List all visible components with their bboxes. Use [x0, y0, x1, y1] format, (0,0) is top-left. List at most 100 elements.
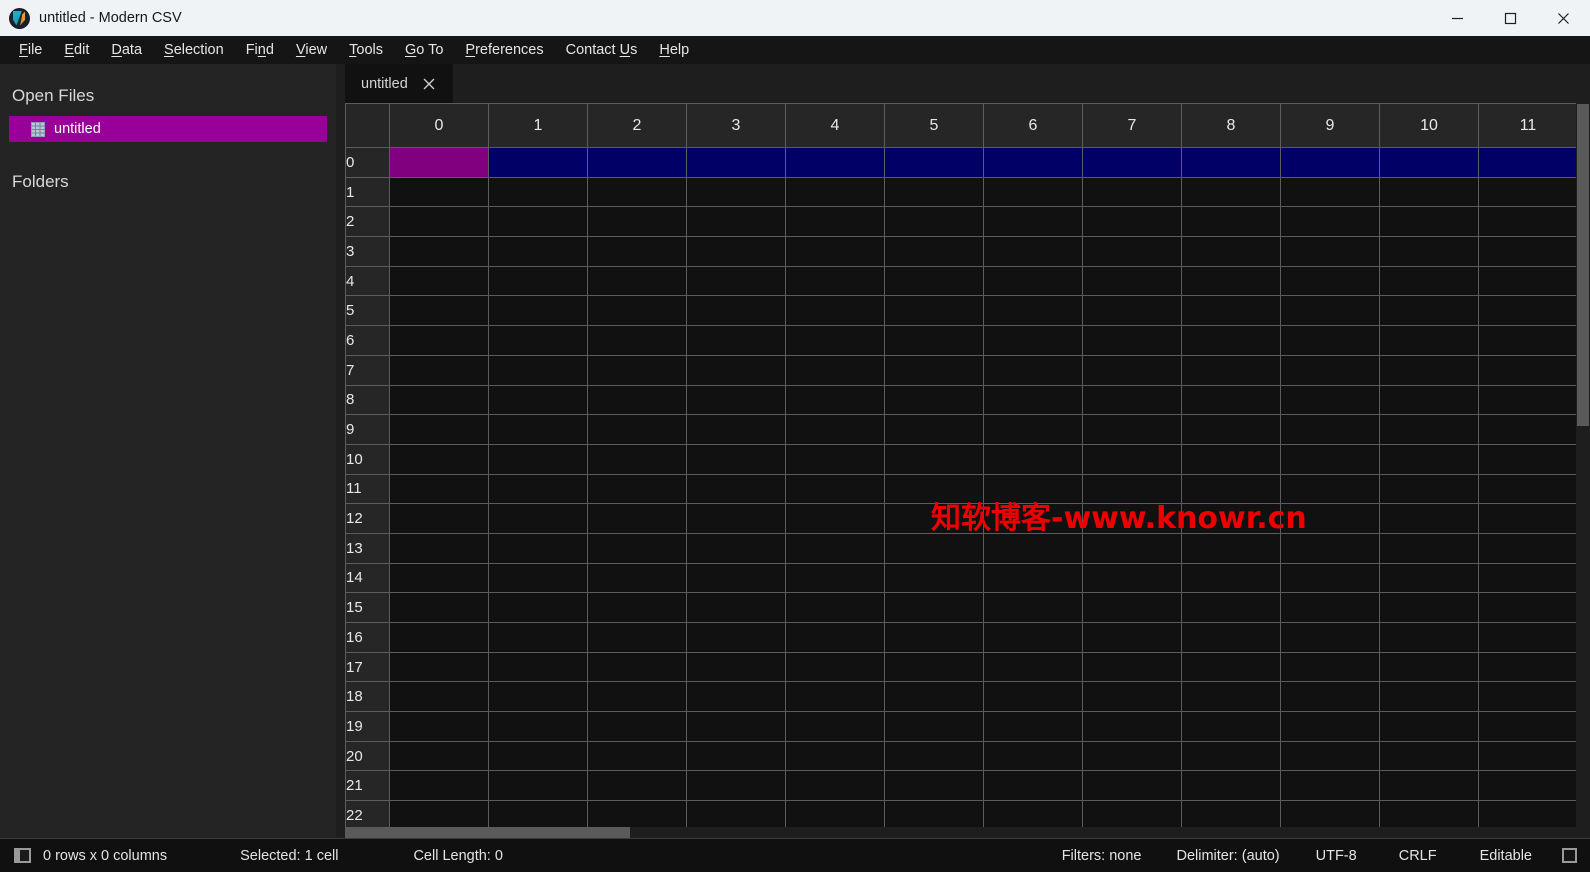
grid-cell-9-9[interactable] — [1280, 414, 1380, 445]
grid-cell-4-9[interactable] — [1280, 265, 1380, 297]
grid-cell-17-6[interactable] — [983, 651, 1083, 683]
table-row[interactable]: 7 — [345, 354, 1578, 386]
grid-cell-13-7[interactable] — [1082, 532, 1182, 564]
maximize-icon[interactable] — [1484, 0, 1537, 36]
grid-cell-14-5[interactable] — [884, 562, 984, 594]
grid-cell-5-5[interactable] — [884, 295, 984, 327]
grid-cell-10-9[interactable] — [1280, 443, 1380, 475]
grid-cell-12-6[interactable] — [983, 503, 1083, 534]
grid-cell-12-1[interactable] — [488, 503, 588, 534]
grid-cell-19-3[interactable] — [686, 711, 786, 742]
grid-cell-15-7[interactable] — [1082, 592, 1182, 623]
sidebar-item-untitled[interactable]: untitled — [9, 116, 327, 142]
menu-contact-us[interactable]: Contact Us — [555, 40, 649, 61]
table-row[interactable]: 6 — [345, 325, 1578, 356]
grid-cell-8-10[interactable] — [1379, 384, 1479, 416]
column-header-7[interactable]: 7 — [1082, 103, 1182, 148]
grid-cell-1-4[interactable] — [785, 176, 885, 208]
grid-cell-6-4[interactable] — [785, 325, 885, 356]
grid-cell-3-1[interactable] — [488, 236, 588, 267]
grid-cell-4-7[interactable] — [1082, 265, 1182, 297]
table-row[interactable]: 0 — [345, 147, 1578, 178]
grid-cell-19-4[interactable] — [785, 711, 885, 742]
grid-cell-18-6[interactable] — [983, 681, 1083, 713]
column-header-8[interactable]: 8 — [1181, 103, 1281, 148]
grid-cell-10-0[interactable] — [389, 443, 489, 475]
grid-cell-22-3[interactable] — [686, 800, 786, 831]
grid-cell-20-10[interactable] — [1379, 740, 1479, 772]
grid-cell-11-9[interactable] — [1280, 473, 1380, 505]
grid-cell-18-0[interactable] — [389, 681, 489, 713]
grid-cell-4-8[interactable] — [1181, 265, 1281, 297]
grid-cell-4-10[interactable] — [1379, 265, 1479, 297]
grid-cell-1-9[interactable] — [1280, 176, 1380, 208]
grid-cell-12-11[interactable] — [1478, 503, 1578, 534]
grid-cell-19-11[interactable] — [1478, 711, 1578, 742]
grid-cell-7-1[interactable] — [488, 354, 588, 386]
grid-cell-14-9[interactable] — [1280, 562, 1380, 594]
grid-cell-18-9[interactable] — [1280, 681, 1380, 713]
grid-cell-19-1[interactable] — [488, 711, 588, 742]
grid-cell-8-9[interactable] — [1280, 384, 1380, 416]
grid-cell-9-0[interactable] — [389, 414, 489, 445]
grid-cell-6-11[interactable] — [1478, 325, 1578, 356]
grid-cell-16-9[interactable] — [1280, 622, 1380, 653]
grid-cell-17-5[interactable] — [884, 651, 984, 683]
grid-cell-12-3[interactable] — [686, 503, 786, 534]
grid-corner-cell[interactable] — [345, 103, 390, 148]
grid-cell-1-0[interactable] — [389, 176, 489, 208]
grid-cell-9-7[interactable] — [1082, 414, 1182, 445]
grid-cell-10-7[interactable] — [1082, 443, 1182, 475]
grid-cell-7-11[interactable] — [1478, 354, 1578, 386]
grid-cell-17-1[interactable] — [488, 651, 588, 683]
grid-cell-7-5[interactable] — [884, 354, 984, 386]
grid-cell-20-4[interactable] — [785, 740, 885, 772]
grid-cell-18-1[interactable] — [488, 681, 588, 713]
column-header-9[interactable]: 9 — [1280, 103, 1380, 148]
row-header-10[interactable]: 10 — [345, 443, 390, 475]
grid-cell-14-1[interactable] — [488, 562, 588, 594]
grid-cell-1-10[interactable] — [1379, 176, 1479, 208]
grid-cell-16-11[interactable] — [1478, 622, 1578, 653]
table-row[interactable]: 14 — [345, 562, 1578, 594]
grid-cell-11-8[interactable] — [1181, 473, 1281, 505]
grid-cell-12-10[interactable] — [1379, 503, 1479, 534]
grid-cell-21-3[interactable] — [686, 770, 786, 802]
grid-cell-8-5[interactable] — [884, 384, 984, 416]
grid-cell-17-7[interactable] — [1082, 651, 1182, 683]
grid-cell-18-10[interactable] — [1379, 681, 1479, 713]
grid-cell-13-2[interactable] — [587, 532, 687, 564]
grid-cell-7-9[interactable] — [1280, 354, 1380, 386]
grid-cell-8-7[interactable] — [1082, 384, 1182, 416]
grid-cell-12-8[interactable] — [1181, 503, 1281, 534]
grid-cell-19-9[interactable] — [1280, 711, 1380, 742]
grid-cell-3-10[interactable] — [1379, 236, 1479, 267]
grid-cell-10-11[interactable] — [1478, 443, 1578, 475]
grid-cell-9-8[interactable] — [1181, 414, 1281, 445]
grid-cell-20-3[interactable] — [686, 740, 786, 772]
table-row[interactable]: 10 — [345, 443, 1578, 475]
grid-cell-3-9[interactable] — [1280, 236, 1380, 267]
grid-cell-2-4[interactable] — [785, 206, 885, 238]
grid-cell-17-0[interactable] — [389, 651, 489, 683]
grid-cell-21-11[interactable] — [1478, 770, 1578, 802]
grid-cell-1-7[interactable] — [1082, 176, 1182, 208]
grid-cell-0-11[interactable] — [1478, 147, 1578, 178]
grid-cell-3-3[interactable] — [686, 236, 786, 267]
grid-cell-20-9[interactable] — [1280, 740, 1380, 772]
grid-cell-10-5[interactable] — [884, 443, 984, 475]
grid-cell-20-1[interactable] — [488, 740, 588, 772]
grid-cell-22-6[interactable] — [983, 800, 1083, 831]
row-header-6[interactable]: 6 — [345, 325, 390, 356]
grid-cell-11-4[interactable] — [785, 473, 885, 505]
grid-cell-19-8[interactable] — [1181, 711, 1281, 742]
table-row[interactable]: 4 — [345, 265, 1578, 297]
grid-cell-1-3[interactable] — [686, 176, 786, 208]
grid-cell-7-10[interactable] — [1379, 354, 1479, 386]
table-row[interactable]: 16 — [345, 622, 1578, 653]
grid-cell-13-0[interactable] — [389, 532, 489, 564]
grid-cell-20-11[interactable] — [1478, 740, 1578, 772]
grid-cell-13-9[interactable] — [1280, 532, 1380, 564]
grid-cell-13-6[interactable] — [983, 532, 1083, 564]
grid-cell-5-4[interactable] — [785, 295, 885, 327]
